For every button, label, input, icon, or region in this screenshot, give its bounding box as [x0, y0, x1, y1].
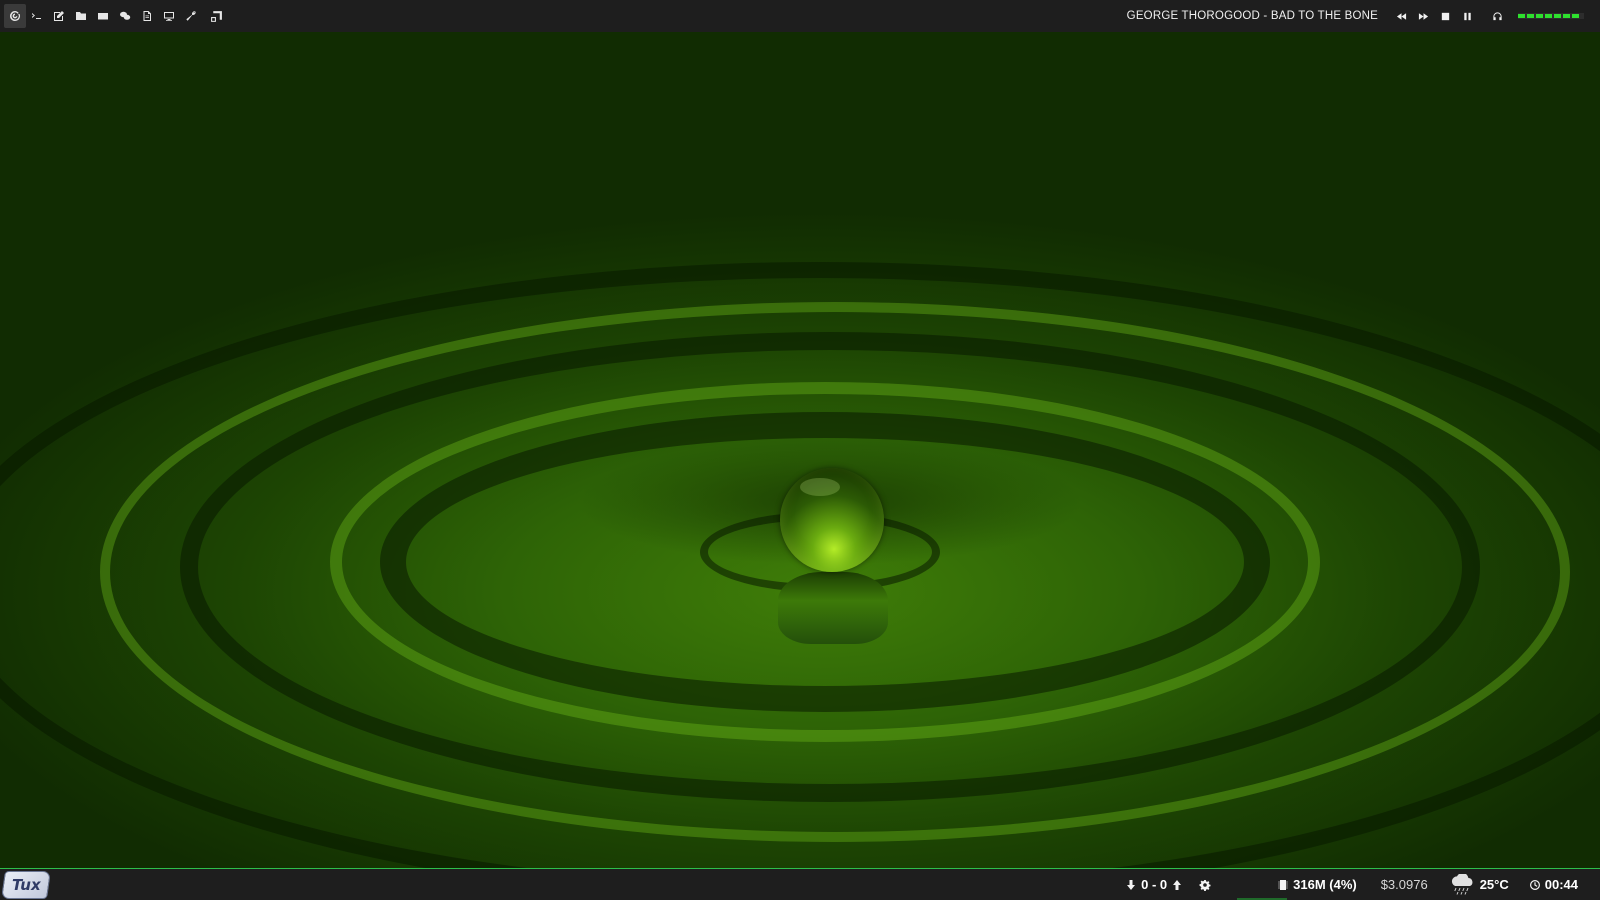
edit-icon[interactable] [48, 4, 70, 28]
folder-icon[interactable] [70, 4, 92, 28]
currency-rate[interactable]: $3.0976 [1369, 869, 1440, 900]
memory-usage-value: 316M (4%) [1293, 877, 1357, 892]
volume-level [1518, 14, 1579, 18]
pause-button[interactable] [1456, 4, 1478, 28]
memory-usage[interactable]: 316M (4%) [1269, 869, 1369, 900]
fast-forward-button[interactable] [1412, 4, 1434, 28]
memory-chip-icon [1278, 879, 1288, 890]
chat-icon[interactable] [114, 4, 136, 28]
clock-widget[interactable]: 00:44 [1521, 869, 1590, 900]
upload-arrow-icon [1173, 879, 1182, 890]
bottom-panel: Tux 0 - 0 316M (4%) $3.0976 25°C 00:44 [0, 868, 1600, 900]
media-panel: GEORGE THOROGOOD - BAD TO THE BONE [1115, 0, 1600, 32]
pause-icon [1463, 12, 1471, 20]
top-panel: GEORGE THOROGOOD - BAD TO THE BONE [0, 0, 1600, 32]
droplet-column [778, 572, 888, 644]
stop-icon [1441, 12, 1449, 20]
network-traffic-value: 0 - 0 [1141, 877, 1168, 892]
rewind-button[interactable] [1390, 4, 1412, 28]
temperature-value: 25°C [1479, 877, 1509, 892]
debian-icon[interactable] [4, 4, 26, 28]
launcher-bar [0, 0, 230, 32]
terminal-icon[interactable] [26, 4, 48, 28]
stop-button[interactable] [1434, 4, 1456, 28]
status-area: 0 - 0 316M (4%) $3.0976 25°C 00:44 [1117, 869, 1600, 900]
clock-value: 00:44 [1544, 877, 1578, 892]
clock-icon [1529, 879, 1540, 890]
currency-rate-value: $3.0976 [1380, 877, 1428, 892]
headphones-icon [1492, 11, 1502, 20]
download-arrow-icon [1127, 879, 1136, 890]
settings-widget[interactable] [1191, 869, 1269, 900]
network-traffic[interactable]: 0 - 0 [1117, 869, 1191, 900]
tux-logo-text: Tux [11, 875, 41, 894]
droplet-highlight [800, 478, 840, 496]
headphones-button[interactable] [1486, 4, 1508, 28]
mail-icon[interactable] [92, 4, 114, 28]
tux-logo-button[interactable]: Tux [1, 870, 51, 899]
tools-icon[interactable] [180, 4, 202, 28]
fast-forward-icon [1418, 12, 1428, 20]
monitor-icon[interactable] [158, 4, 180, 28]
desktop-wallpaper [0, 32, 1600, 868]
gear-icon [1199, 879, 1211, 891]
resize-window-icon[interactable] [202, 4, 230, 28]
rewind-icon [1396, 12, 1406, 20]
document-icon[interactable] [136, 4, 158, 28]
volume-bar[interactable] [1518, 13, 1584, 19]
now-playing-title[interactable]: GEORGE THOROGOOD - BAD TO THE BONE [1115, 10, 1390, 22]
weather-widget[interactable]: 25°C [1440, 869, 1521, 900]
rain-cloud-icon [1451, 873, 1473, 895]
